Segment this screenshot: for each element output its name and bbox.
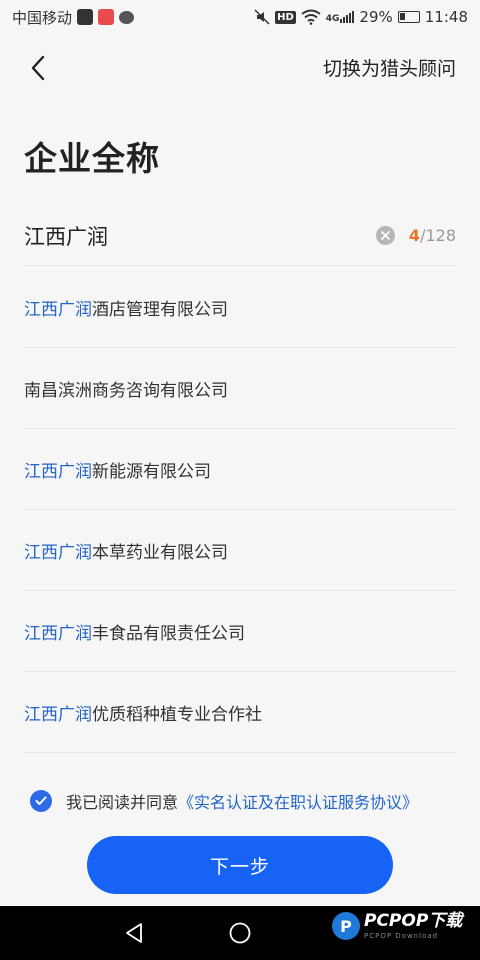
- suggestion-rest: 丰食品有限责任公司: [92, 623, 245, 644]
- agreement-link[interactable]: 《实名认证及在职认证服务协议》: [178, 789, 418, 813]
- company-name-field: 4/128: [24, 206, 456, 266]
- suggestion-match: 江西广润: [24, 623, 92, 644]
- close-icon: [381, 231, 390, 240]
- watermark-text-group: PCPOP下载 PCPOP Download: [364, 910, 463, 940]
- chevron-left-icon: [31, 55, 45, 81]
- status-right: HD 4G 29% 11:48: [254, 8, 468, 26]
- suggestion-match: 江西广润: [24, 704, 92, 725]
- suggestion-item[interactable]: 江西广润 新能源有限公司: [24, 429, 456, 510]
- carrier-label: 中国移动: [12, 8, 73, 27]
- suggestion-item[interactable]: 南昌滨洲商务咨询有限公司: [24, 348, 456, 429]
- suggestion-rest: 南昌滨洲商务咨询有限公司: [24, 380, 228, 401]
- suggestion-rest: 新能源有限公司: [92, 461, 211, 482]
- clear-circle-icon[interactable]: [375, 226, 395, 245]
- system-nav-bar: P PCPOP下载 PCPOP Download: [0, 906, 480, 960]
- check-icon: [35, 796, 47, 805]
- suggestion-item[interactable]: 江西广润 本草药业有限公司: [24, 510, 456, 591]
- suggestion-rest: 本草药业有限公司: [92, 542, 228, 563]
- suggestion-match: 江西广润: [24, 299, 92, 320]
- status-left: 中国移动: [12, 7, 135, 28]
- wifi-icon: [301, 9, 321, 25]
- char-count-max: /128: [420, 226, 456, 245]
- nav-home-icon[interactable]: [228, 921, 252, 945]
- watermark: P PCPOP下载 PCPOP Download: [332, 912, 462, 940]
- chat-bubble-icon: [119, 10, 135, 24]
- network-type: 4G: [325, 14, 340, 24]
- battery-icon: [397, 11, 420, 23]
- back-button[interactable]: [20, 50, 56, 86]
- pcpop-logo-icon: P: [332, 912, 360, 940]
- agree-checkbox[interactable]: [30, 790, 52, 812]
- battery-percent: 29%: [359, 8, 393, 26]
- hd-badge: HD: [275, 10, 296, 24]
- watermark-brand: PCPOP下载: [364, 910, 463, 931]
- page-title: 企业全称: [24, 139, 160, 178]
- notification-app-icon: [77, 9, 94, 25]
- suggestion-item[interactable]: 江西广润 优质稻种植专业合作社: [24, 672, 456, 753]
- agreement-text: 我已阅读并同意: [66, 793, 179, 812]
- notification-app-icon: [98, 9, 115, 25]
- char-counter: 4/128: [409, 226, 456, 245]
- suggestion-rest: 优质稻种植专业合作社: [92, 704, 262, 725]
- next-step-button[interactable]: 下一步: [87, 836, 393, 894]
- suggestion-match: 江西广润: [24, 542, 92, 563]
- clock: 11:48: [424, 8, 468, 26]
- signal-icon: [340, 11, 355, 23]
- company-name-input[interactable]: [24, 215, 376, 256]
- suggestion-match: 江西广润: [24, 461, 92, 482]
- suggestion-item[interactable]: 江西广润 丰食品有限责任公司: [24, 591, 456, 672]
- top-nav: 切换为猎头顾问: [0, 40, 480, 94]
- suggestion-item[interactable]: 江西广润 酒店管理有限公司: [24, 267, 456, 348]
- suggestion-list: 江西广润 酒店管理有限公司 南昌滨洲商务咨询有限公司 江西广润 新能源有限公司 江西…: [24, 267, 456, 753]
- agreement-row: 我已阅读并同意 《实名认证及在职认证服务协议》: [30, 788, 460, 814]
- nav-back-icon[interactable]: [122, 921, 146, 945]
- suggestion-rest: 酒店管理有限公司: [92, 299, 228, 320]
- status-bar: 中国移动 HD 4G 29% 11:48: [0, 0, 480, 34]
- switch-to-headhunter-link[interactable]: 切换为猎头顾问: [323, 54, 456, 81]
- watermark-sub: PCPOP Download: [364, 931, 439, 940]
- char-count-current: 4: [408, 226, 421, 245]
- mute-icon: [254, 9, 270, 25]
